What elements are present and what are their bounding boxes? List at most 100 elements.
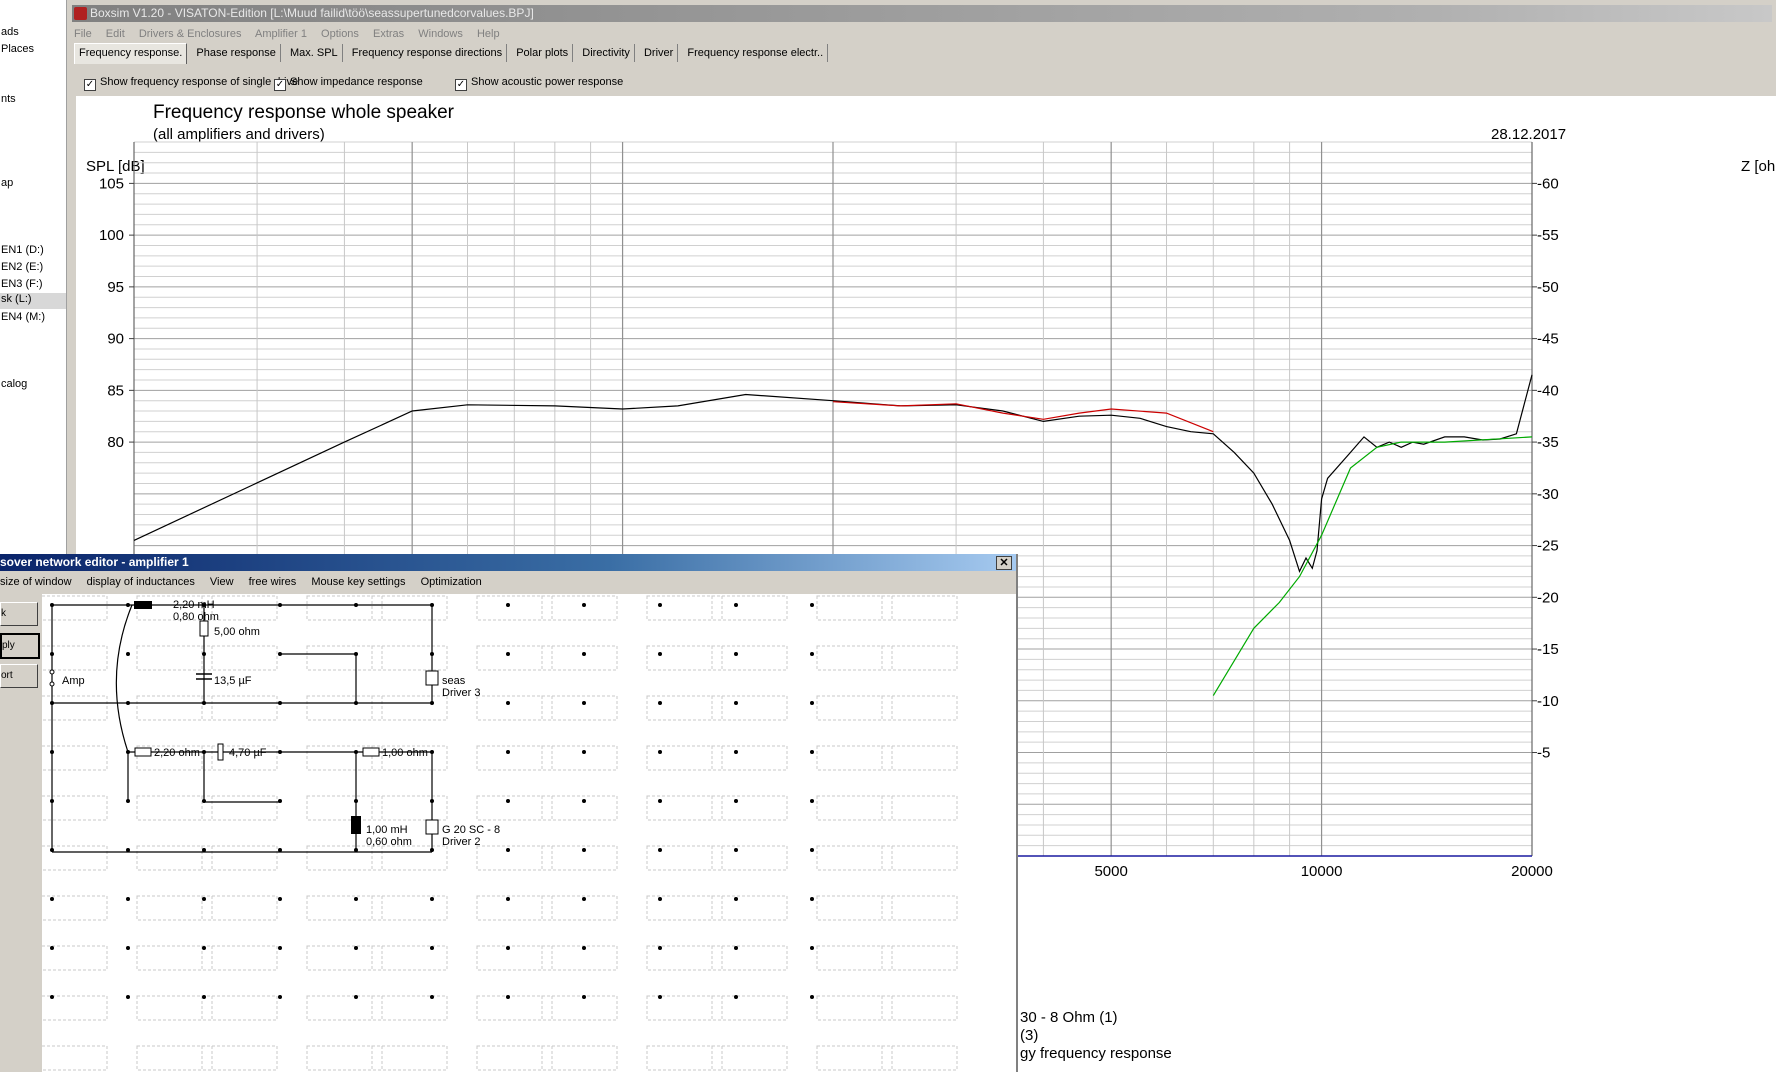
y-tick-label: 105 — [99, 175, 124, 192]
grid-slot — [711, 795, 788, 821]
grid-dot — [506, 603, 510, 607]
app-icon — [74, 7, 87, 20]
grid-slot — [541, 895, 618, 921]
tab-directivity[interactable]: Directivity — [578, 44, 635, 62]
grid-dot — [126, 652, 130, 656]
grid-slot — [881, 645, 958, 671]
tab-max-spl[interactable]: Max. SPL — [285, 44, 343, 62]
editor-title: sover network editor - amplifier 1 — [0, 555, 189, 569]
tab-frequency-response-electr[interactable]: Frequency response electr.. — [683, 44, 829, 62]
explorer-item[interactable]: Places — [0, 43, 66, 55]
explorer-item[interactable]: EN3 (F:) — [0, 278, 66, 290]
y-tick-label: 85 — [107, 382, 124, 399]
editor-menu-view[interactable]: View — [210, 576, 234, 588]
explorer-item[interactable]: EN1 (D:) — [0, 244, 66, 256]
check-icon: ✓ — [84, 79, 96, 91]
x-tick-label: 5000 — [1094, 863, 1127, 880]
grid-slot — [201, 695, 278, 721]
tab-phase-response[interactable]: Phase response — [192, 44, 281, 62]
tab-frequency-response[interactable]: Frequency response. — [74, 43, 188, 64]
grid-dot — [810, 946, 814, 950]
checkbox-impedance[interactable]: ✓ Show impedance response — [274, 76, 423, 91]
amp-terminal-plus — [49, 669, 55, 675]
grid-slot — [42, 995, 108, 1021]
explorer-item-selected[interactable]: sk (L:) — [0, 293, 66, 309]
grid-dot — [734, 848, 738, 852]
driver2-symbol — [425, 819, 439, 835]
tab-frequency-response-directions[interactable]: Frequency response directions — [347, 44, 508, 62]
grid-dot — [734, 799, 738, 803]
window-title: Boxsim V1.20 - VISATON-Edition [L:\Muud … — [90, 6, 534, 20]
editor-menu-free-wires[interactable]: free wires — [249, 576, 297, 588]
editor-menu-size[interactable]: size of window — [0, 576, 72, 588]
grid-slot — [476, 895, 553, 921]
explorer-item[interactable]: ads — [0, 26, 66, 38]
check-icon: ✓ — [274, 79, 286, 91]
grid-slot — [306, 995, 383, 1021]
menu-windows[interactable]: Windows — [418, 28, 463, 40]
checkbox-acoustic-power[interactable]: ✓ Show acoustic power response — [455, 76, 623, 91]
resistor-r2-value: 2,20 ohm — [154, 747, 200, 759]
editor-menu-inductances[interactable]: display of inductances — [87, 576, 195, 588]
checkbox-single-drive[interactable]: ✓ Show frequency response of single drive — [84, 76, 298, 91]
grid-slot — [541, 1045, 618, 1071]
explorer-item[interactable]: nts — [0, 93, 66, 105]
grid-slot — [201, 1045, 278, 1071]
schematic-canvas[interactable]: 2,20 mH 0,80 ohm 5,00 ohm 13,5 µF Amp se… — [42, 594, 1016, 1072]
grid-slot — [476, 645, 553, 671]
y-tick-label: 100 — [99, 227, 124, 244]
editor-button-ok[interactable]: k — [0, 602, 38, 626]
grid-slot — [201, 995, 278, 1021]
grid-dot — [734, 946, 738, 950]
grid-slot — [816, 595, 893, 621]
grid-dot — [126, 946, 130, 950]
explorer-item[interactable]: EN4 (M:) — [0, 311, 66, 323]
editor-button-abort[interactable]: ort — [0, 664, 38, 688]
menu-amplifier[interactable]: Amplifier 1 — [255, 28, 307, 40]
grid-dot — [734, 897, 738, 901]
y2-tick-label: -60 — [1537, 175, 1559, 192]
grid-slot — [646, 795, 723, 821]
grid-slot — [541, 645, 618, 671]
grid-dot — [658, 848, 662, 852]
grid-slot — [881, 1045, 958, 1071]
grid-slot — [136, 795, 213, 821]
tab-polar-plots[interactable]: Polar plots — [512, 44, 574, 62]
editor-button-apply[interactable]: ply — [0, 633, 40, 659]
tab-driver[interactable]: Driver — [639, 44, 679, 62]
grid-dot — [430, 897, 434, 901]
grid-slot — [201, 845, 278, 871]
grid-slot — [371, 895, 448, 921]
grid-slot — [201, 895, 278, 921]
grid-dot — [810, 652, 814, 656]
explorer-item[interactable]: ap — [0, 177, 66, 189]
grid-slot — [816, 845, 893, 871]
menu-extras[interactable]: Extras — [373, 28, 404, 40]
grid-dot — [734, 750, 738, 754]
editor-menu-optimization[interactable]: Optimization — [421, 576, 482, 588]
grid-dot — [354, 946, 358, 950]
crossover-editor-window: sover network editor - amplifier 1 ✕ siz… — [0, 554, 1018, 1072]
menu-file[interactable]: File — [74, 28, 92, 40]
menu-edit[interactable]: Edit — [106, 28, 125, 40]
grid-slot — [816, 695, 893, 721]
grid-slot — [816, 745, 893, 771]
editor-menu-mouse-keys[interactable]: Mouse key settings — [311, 576, 405, 588]
inductor-l1-value: 2,20 mH — [173, 599, 215, 611]
grid-slot — [646, 595, 723, 621]
menu-bar: File Edit Drivers & Enclosures Amplifier… — [74, 25, 511, 43]
menu-options[interactable]: Options — [321, 28, 359, 40]
driver2-label: Driver 2 — [442, 836, 481, 848]
grid-slot — [371, 645, 448, 671]
menu-help[interactable]: Help — [477, 28, 500, 40]
y2-tick-label: -40 — [1537, 382, 1559, 399]
close-icon[interactable]: ✕ — [996, 556, 1012, 570]
y2-tick-label: -30 — [1537, 486, 1559, 503]
grid-slot — [711, 745, 788, 771]
resistor-r3-value: 1,00 ohm — [382, 747, 428, 759]
window-titlebar[interactable]: Boxsim V1.20 - VISATON-Edition [L:\Muud … — [72, 5, 1772, 22]
explorer-item[interactable]: calog — [0, 378, 66, 390]
explorer-item[interactable]: EN2 (E:) — [0, 261, 66, 273]
editor-titlebar[interactable]: sover network editor - amplifier 1 ✕ — [0, 554, 1016, 571]
menu-drivers-enclosures[interactable]: Drivers & Enclosures — [139, 28, 242, 40]
